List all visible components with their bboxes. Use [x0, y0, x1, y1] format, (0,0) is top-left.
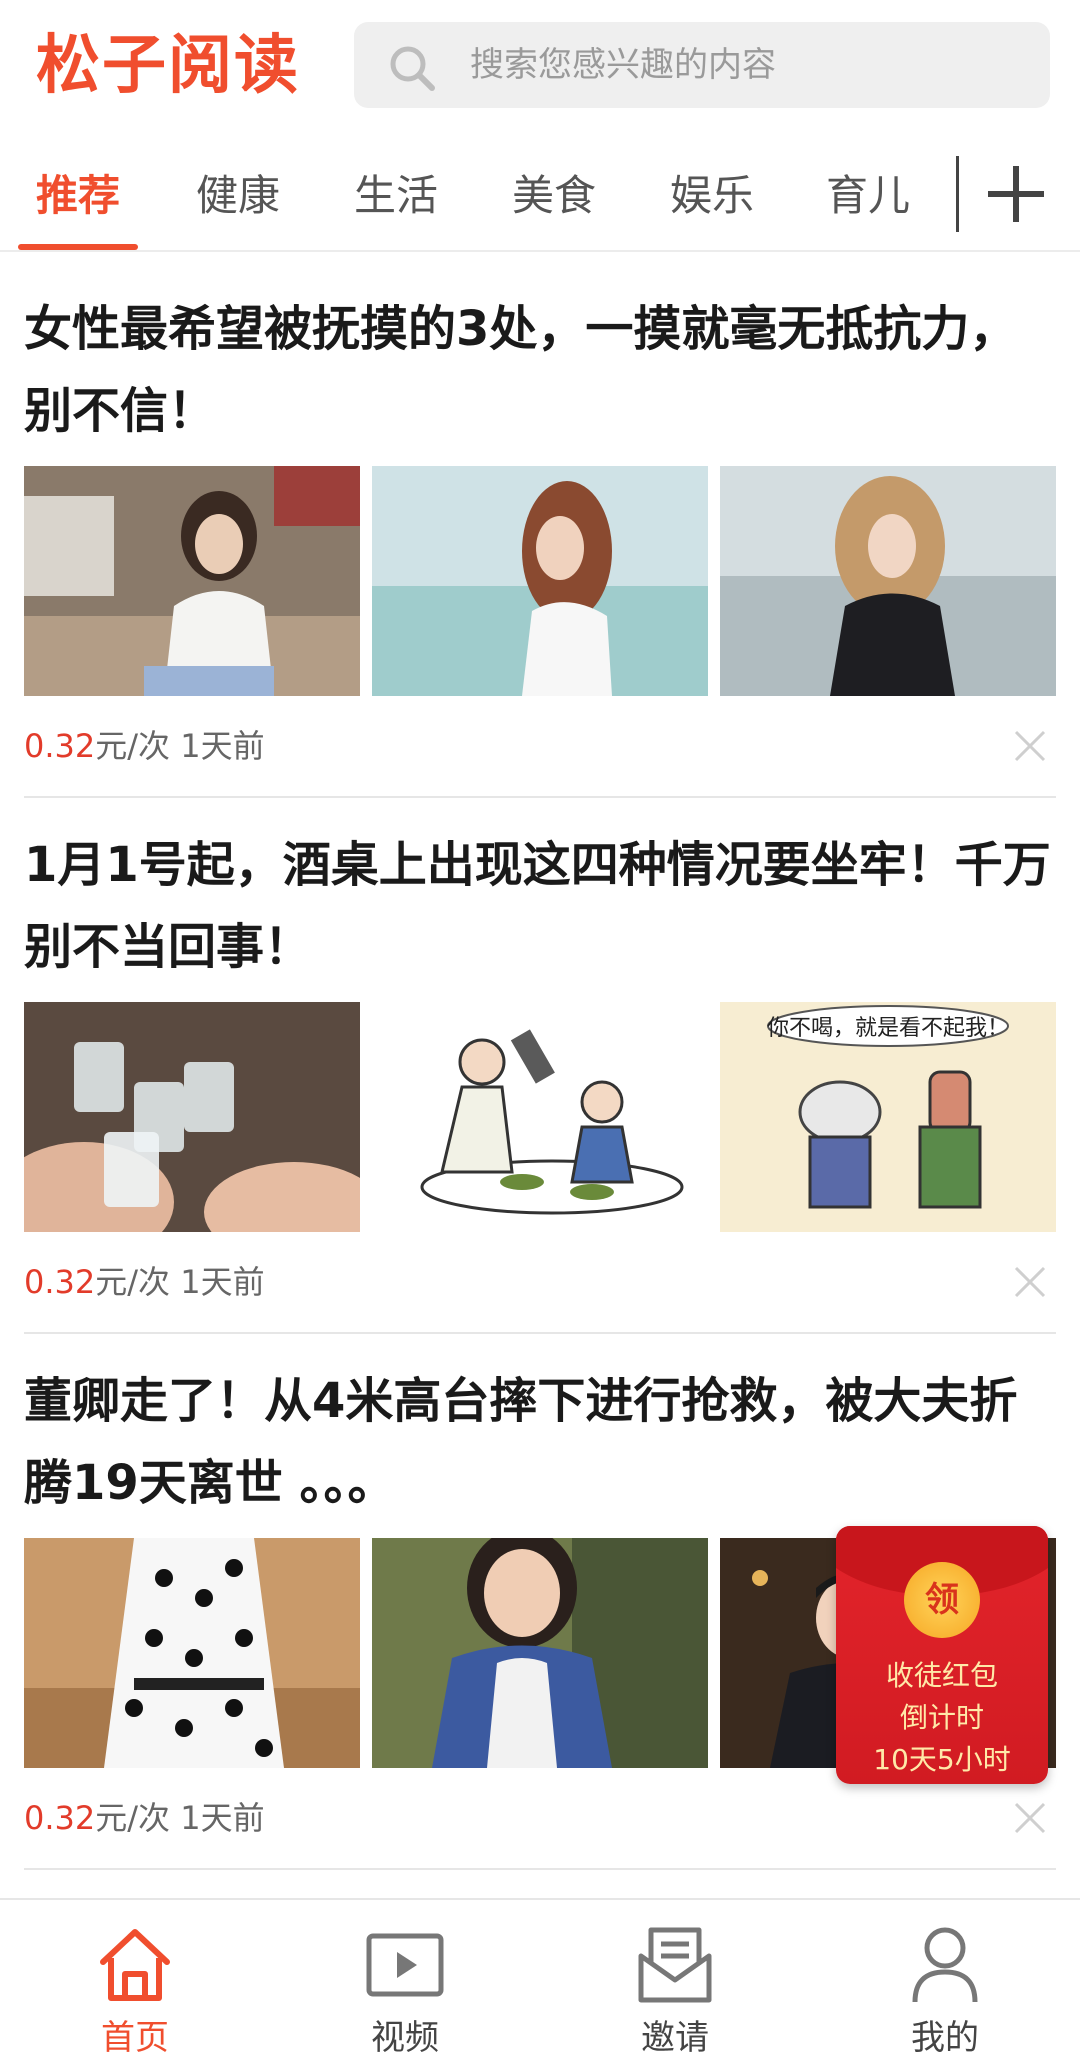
- woman-blue-vest-photo: [372, 1538, 708, 1768]
- app-logo: 松子阅读: [36, 29, 300, 103]
- plus-icon[interactable]: [984, 162, 1048, 226]
- nav-video[interactable]: 视频: [270, 1900, 540, 2068]
- woman-black-top-photo: [720, 466, 1056, 696]
- nav-home[interactable]: 首页: [0, 1900, 270, 2068]
- active-tab-indicator: [18, 244, 138, 250]
- tab-food[interactable]: 美食: [494, 140, 614, 248]
- price-unit: 元/次: [95, 1799, 171, 1837]
- bottle-cartoon: 你不喝，就是看不起我！: [720, 1002, 1056, 1232]
- redpacket-coin-icon: 领: [904, 1562, 980, 1638]
- tab-recommend[interactable]: 推荐: [18, 140, 138, 248]
- nav-profile[interactable]: 我的: [810, 1900, 1080, 2068]
- liquor-toast-photo: [24, 1002, 360, 1232]
- redpacket-title: 收徒红包: [885, 1659, 998, 1692]
- article-title[interactable]: 1月1号起，酒桌上出现这四种情况要坐牢！千万别不当回事！: [24, 804, 1056, 988]
- article-thumbnails[interactable]: [24, 466, 1056, 696]
- article-price: 0.32: [24, 1799, 96, 1837]
- nav-invite-label: 邀请: [641, 2018, 709, 2058]
- nav-video-label: 视频: [371, 2018, 439, 2058]
- video-icon: [366, 1933, 444, 1997]
- article-time: 1天前: [180, 1799, 265, 1837]
- close-icon[interactable]: [1012, 728, 1048, 764]
- drinking-cartoon: [372, 1002, 708, 1232]
- close-icon[interactable]: [1012, 1264, 1048, 1300]
- article-time: 1天前: [180, 727, 265, 765]
- woman-white-tee-photo: [24, 466, 360, 696]
- article-meta: 0.32元/次 1天前: [24, 1232, 1056, 1332]
- search-bar[interactable]: 搜索您感兴趣的内容: [354, 22, 1050, 108]
- article-meta: 0.32元/次 1天前: [24, 696, 1056, 796]
- apprentice-redpacket-button[interactable]: 领 收徒红包 倒计时 10天5小时: [836, 1526, 1048, 1784]
- article-card[interactable]: 1月1号起，酒桌上出现这四种情况要坐牢！千万别不当回事！ 你不喝，就是看不起我！: [24, 804, 1056, 1334]
- woman-lakeside-photo: [372, 466, 708, 696]
- article-time: 1天前: [180, 1263, 265, 1301]
- app-header: 松子阅读 搜索您感兴趣的内容: [0, 0, 1080, 140]
- nav-profile-label: 我的: [911, 2018, 979, 2058]
- nav-home-label: 首页: [101, 2018, 169, 2058]
- redpacket-countdown-label: 倒计时: [899, 1701, 984, 1734]
- close-icon[interactable]: [1012, 1800, 1048, 1836]
- search-icon: [390, 46, 435, 91]
- profile-icon: [912, 1927, 978, 2003]
- article-title[interactable]: 女性最希望被抚摸的3处，一摸就毫无抵抗力，别不信！: [24, 268, 1056, 452]
- category-tabs: 推荐 健康 生活 美食 娱乐 育儿: [0, 140, 1080, 252]
- redpacket-countdown-value: 10天5小时: [873, 1743, 1011, 1776]
- bottom-navigation: 首页 视频 邀请 我的: [0, 1898, 1080, 2068]
- article-title[interactable]: 董卿走了！从4米高台摔下进行抢救，被大夫折腾19天离世 。。。: [24, 1340, 1056, 1524]
- price-unit: 元/次: [95, 727, 171, 765]
- article-thumbnails[interactable]: 你不喝，就是看不起我！: [24, 1002, 1056, 1232]
- invite-mail-icon: [638, 1927, 712, 2003]
- article-price: 0.32: [24, 1263, 96, 1301]
- tab-life[interactable]: 生活: [336, 140, 456, 248]
- tabs-divider: [956, 156, 959, 232]
- tab-health[interactable]: 健康: [178, 140, 298, 248]
- search-placeholder: 搜索您感兴趣的内容: [470, 45, 776, 85]
- home-icon: [100, 1929, 170, 2001]
- tab-parenting[interactable]: 育儿: [808, 140, 928, 248]
- polka-dot-dress-photo: [24, 1538, 360, 1768]
- tab-entertainment[interactable]: 娱乐: [652, 140, 772, 248]
- nav-invite[interactable]: 邀请: [540, 1900, 810, 2068]
- article-price: 0.32: [24, 727, 96, 765]
- cartoon-caption: 你不喝，就是看不起我！: [767, 1016, 1009, 1041]
- article-card[interactable]: 女性最希望被抚摸的3处，一摸就毫无抵抗力，别不信！ 0.32元/次 1天前: [24, 268, 1056, 798]
- price-unit: 元/次: [95, 1263, 171, 1301]
